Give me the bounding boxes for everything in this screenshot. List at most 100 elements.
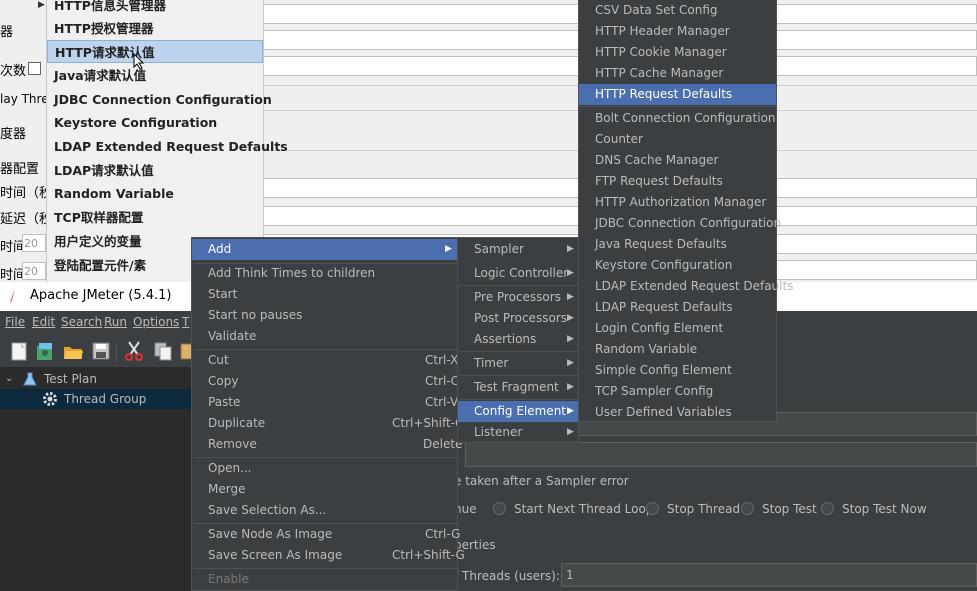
menu-run[interactable]: Run bbox=[104, 315, 127, 329]
menu-options[interactable]: Options bbox=[133, 315, 179, 329]
shortcut-label: Ctrl-G bbox=[425, 527, 461, 541]
config-item-ldap-extended-request-defaults[interactable]: LDAP Extended Request Defaults bbox=[579, 276, 793, 297]
templates-icon[interactable] bbox=[34, 340, 56, 362]
menu-search-label: Search bbox=[61, 315, 103, 329]
bg-menu-item[interactable]: HTTP信息头管理器 bbox=[47, 0, 263, 17]
config-item-ldap-request-defaults[interactable]: LDAP Request Defaults bbox=[579, 297, 776, 318]
bg-label: 次数 bbox=[0, 64, 27, 79]
submenu-item-post-processors[interactable]: Post Processors ▶ bbox=[458, 308, 578, 329]
config-item-java-request-defaults[interactable]: Java Request Defaults bbox=[579, 234, 776, 255]
menu-item-add-think-times[interactable]: Add Think Times to children bbox=[192, 263, 457, 284]
add-submenu: Sampler ▶ Logic Controller ▶ Pre Process… bbox=[457, 237, 579, 443]
menu-item-save-screen-image[interactable]: Save Screen As Image Ctrl+Shift-G bbox=[192, 545, 465, 566]
shortcut-label: Ctrl-X bbox=[425, 353, 459, 367]
bg-menu-item[interactable]: HTTP授权管理器 bbox=[47, 17, 263, 40]
num-threads-input[interactable]: 1 bbox=[561, 563, 977, 587]
shortcut-label: Ctrl+Shift-G bbox=[392, 548, 465, 562]
config-item-bolt-connection[interactable]: Bolt Connection Configuration bbox=[579, 108, 776, 129]
config-item-dns-cache-manager[interactable]: DNS Cache Manager bbox=[579, 150, 776, 171]
menu-item-start[interactable]: Start bbox=[192, 284, 457, 305]
tree-item-thread-group[interactable]: Thread Group bbox=[0, 389, 192, 409]
menu-item-label: Timer bbox=[474, 356, 509, 370]
config-item-http-request-defaults[interactable]: HTTP Request Defaults bbox=[579, 84, 776, 105]
submenu-item-timer[interactable]: Timer ▶ bbox=[458, 353, 578, 374]
save-icon[interactable] bbox=[90, 340, 112, 362]
config-element-submenu: CSV Data Set Config HTTP Header Manager … bbox=[578, 0, 793, 423]
menu-edit[interactable]: Edit bbox=[32, 315, 55, 329]
menu-item-save-selection[interactable]: Save Selection As... bbox=[192, 500, 457, 521]
menu-search[interactable]: Search bbox=[61, 315, 102, 329]
bg-small-field[interactable]: 20 bbox=[22, 262, 46, 280]
submenu-item-sampler[interactable]: Sampler ▶ bbox=[458, 239, 578, 260]
radio-label: Stop Thread bbox=[667, 502, 741, 516]
bg-menu-item[interactable]: Random Variable bbox=[47, 182, 263, 205]
bg-label: lay Thre bbox=[0, 92, 49, 106]
config-item-ftp-request-defaults[interactable]: FTP Request Defaults bbox=[579, 171, 776, 192]
menu-tools-label: T bbox=[182, 315, 190, 329]
num-threads-value: 1 bbox=[566, 568, 574, 582]
bg-menu-item[interactable]: Keystore Configuration bbox=[47, 111, 263, 134]
menu-item-cut[interactable]: Cut Ctrl-X bbox=[192, 350, 459, 371]
submenu-item-test-fragment[interactable]: Test Fragment ▶ bbox=[458, 377, 578, 398]
bg-menu-item[interactable]: LDAP Extended Request Defaults bbox=[47, 135, 288, 158]
bg-menu-item[interactable]: LDAP请求默认值 bbox=[47, 159, 263, 182]
menu-item-merge[interactable]: Merge bbox=[192, 479, 457, 500]
bg-small-field[interactable]: 20 bbox=[22, 234, 46, 252]
submenu-item-assertions[interactable]: Assertions ▶ bbox=[458, 329, 578, 350]
radio-label: Stop Test Now bbox=[842, 502, 927, 516]
menu-item-duplicate[interactable]: Duplicate Ctrl+Shift-C bbox=[192, 413, 463, 434]
config-item-random-variable[interactable]: Random Variable bbox=[579, 339, 776, 360]
menu-file-label: File bbox=[5, 315, 26, 329]
config-item-http-cookie-manager[interactable]: HTTP Cookie Manager bbox=[579, 42, 776, 63]
menu-item-open[interactable]: Open... bbox=[192, 458, 457, 479]
radio-stop-thread[interactable] bbox=[646, 502, 659, 515]
num-threads-label: f Threads (users): bbox=[454, 569, 560, 583]
comments-input[interactable] bbox=[465, 442, 977, 467]
config-item-simple-config-element[interactable]: Simple Config Element bbox=[579, 360, 776, 381]
menu-item-label: Sampler bbox=[474, 242, 524, 256]
radio-start-next-loop[interactable] bbox=[493, 502, 506, 515]
bg-checkbox[interactable] bbox=[28, 62, 41, 75]
menu-item-save-node-image[interactable]: Save Node As Image Ctrl-G bbox=[192, 524, 461, 545]
bg-menu-item[interactable]: JDBC Connection Configuration bbox=[47, 88, 272, 111]
menu-item-remove[interactable]: Remove Delete bbox=[192, 434, 462, 455]
submenu-item-logic-controller[interactable]: Logic Controller ▶ bbox=[458, 263, 578, 284]
config-item-login-config-element[interactable]: Login Config Element bbox=[579, 318, 776, 339]
menu-item-copy[interactable]: Copy Ctrl-C bbox=[192, 371, 459, 392]
config-item-http-header-manager[interactable]: HTTP Header Manager bbox=[579, 21, 776, 42]
config-item-jdbc-connection[interactable]: JDBC Connection Configuration bbox=[579, 213, 781, 234]
submenu-item-pre-processors[interactable]: Pre Processors ▶ bbox=[458, 287, 578, 308]
menu-item-paste[interactable]: Paste Ctrl-V bbox=[192, 392, 458, 413]
menu-item-add[interactable]: Add ▶ bbox=[192, 239, 457, 260]
config-item-counter[interactable]: Counter bbox=[579, 129, 776, 150]
radio-stop-test-now[interactable] bbox=[821, 502, 834, 515]
config-item-keystore-configuration[interactable]: Keystore Configuration bbox=[579, 255, 776, 276]
menu-tools[interactable]: T bbox=[182, 315, 189, 329]
open-icon[interactable] bbox=[62, 340, 84, 362]
bg-menu-item[interactable]: TCP取样器配置 bbox=[47, 206, 263, 229]
menu-item-label: Add bbox=[208, 242, 232, 256]
config-item-user-defined-variables[interactable]: User Defined Variables bbox=[579, 402, 776, 423]
jmeter-feather-icon bbox=[10, 288, 15, 304]
config-item-http-cache-manager[interactable]: HTTP Cache Manager bbox=[579, 63, 776, 84]
config-item-http-authorization-manager[interactable]: HTTP Authorization Manager bbox=[579, 192, 776, 213]
radio-stop-test[interactable] bbox=[741, 502, 754, 515]
menu-item-start-no-pauses[interactable]: Start no pauses bbox=[192, 305, 457, 326]
copy-icon[interactable] bbox=[152, 340, 174, 362]
menu-item-label: Listener bbox=[474, 425, 523, 439]
cut-icon[interactable] bbox=[123, 340, 145, 362]
bg-menu-item[interactable]: HTTP请求默认值 bbox=[47, 40, 263, 63]
submenu-arrow-icon: ▶ bbox=[567, 427, 574, 437]
menu-item-label: Config Element bbox=[474, 404, 566, 418]
tree-item-test-plan[interactable]: ⌄ Test Plan bbox=[0, 369, 192, 389]
submenu-item-config-element[interactable]: Config Element ▶ bbox=[458, 401, 578, 422]
submenu-item-listener[interactable]: Listener ▶ bbox=[458, 422, 578, 443]
new-icon[interactable] bbox=[8, 340, 30, 362]
chevron-down-icon[interactable]: ⌄ bbox=[5, 369, 13, 389]
config-item-csv-data-set[interactable]: CSV Data Set Config bbox=[579, 0, 776, 21]
menu-file[interactable]: File bbox=[5, 315, 25, 329]
bg-menu-item[interactable]: Java请求默认值 bbox=[47, 64, 263, 87]
menu-item-label: Pre Processors bbox=[474, 290, 561, 304]
menu-item-validate[interactable]: Validate bbox=[192, 326, 457, 347]
config-item-tcp-sampler-config[interactable]: TCP Sampler Config bbox=[579, 381, 776, 402]
